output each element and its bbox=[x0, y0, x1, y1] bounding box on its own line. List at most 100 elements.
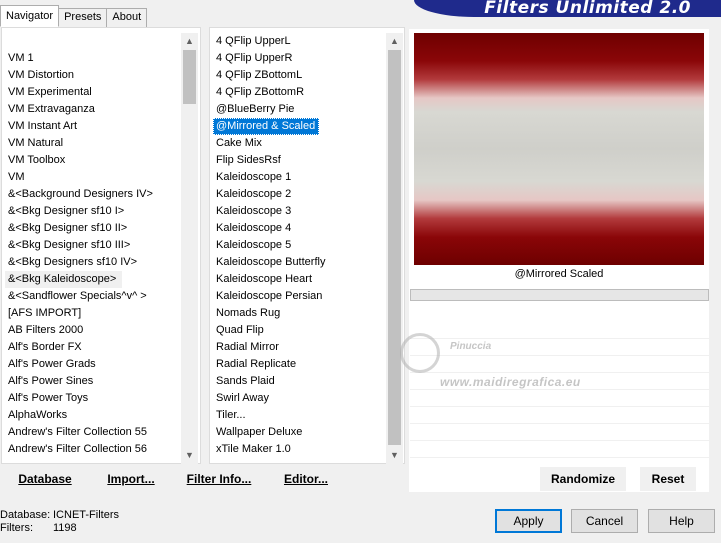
filter-item[interactable]: Cake Mix bbox=[213, 135, 385, 152]
category-scrollbar[interactable]: ▲ ▼ bbox=[181, 33, 198, 464]
category-item-label: VM Natural bbox=[8, 137, 64, 149]
filter-item-label: @BlueBerry Pie bbox=[216, 103, 295, 115]
filter-item[interactable]: Kaleidoscope Persian bbox=[213, 288, 385, 305]
category-item[interactable]: &<Sandflower Specials^v^ > bbox=[5, 288, 181, 305]
category-item-label: &<Sandflower Specials^v^ > bbox=[8, 290, 147, 302]
category-item[interactable]: VM 1 bbox=[5, 50, 181, 67]
tab-about[interactable]: About bbox=[106, 8, 148, 27]
category-item[interactable]: &<Background Designers IV> bbox=[5, 186, 181, 203]
filter-item[interactable]: xTile Maker 1.0 bbox=[213, 441, 385, 458]
filter-item-label: Radial Replicate bbox=[216, 358, 297, 370]
category-item[interactable]: VM Distortion bbox=[5, 67, 181, 84]
watermark-name: Pinuccia bbox=[450, 341, 492, 352]
category-item[interactable]: &<Bkg Designer sf10 III> bbox=[5, 237, 181, 254]
category-item[interactable]: AlphaWorks bbox=[5, 407, 181, 424]
filter-info-button[interactable]: Filter Info... bbox=[180, 467, 258, 491]
category-item[interactable]: Alf's Border FX bbox=[5, 339, 181, 356]
category-item[interactable]: Alf's Power Grads bbox=[5, 356, 181, 373]
filter-item[interactable]: Kaleidoscope 4 bbox=[213, 220, 385, 237]
filter-item[interactable]: Radial Mirror bbox=[213, 339, 385, 356]
filter-item[interactable]: Kaleidoscope 2 bbox=[213, 186, 385, 203]
scroll-up-icon[interactable]: ▲ bbox=[181, 33, 198, 50]
scroll-up-icon[interactable]: ▲ bbox=[386, 33, 403, 50]
import-button[interactable]: Import... bbox=[100, 467, 162, 491]
reset-button[interactable]: Reset bbox=[640, 467, 696, 491]
editor-button-label: Editor... bbox=[283, 472, 328, 486]
filter-item-label: Cake Mix bbox=[216, 137, 262, 149]
category-item[interactable]: VM Extravaganza bbox=[5, 101, 181, 118]
filter-item-label: Nomads Rug bbox=[216, 307, 281, 319]
filter-item[interactable]: Kaleidoscope Butterfly bbox=[213, 254, 385, 271]
category-item-label: VM Distortion bbox=[8, 69, 75, 81]
scroll-thumb[interactable] bbox=[183, 50, 196, 104]
scroll-down-icon[interactable]: ▼ bbox=[386, 447, 403, 464]
filter-item-label: Kaleidoscope Heart bbox=[216, 273, 313, 285]
slider-row[interactable] bbox=[410, 424, 709, 441]
filter-item[interactable]: Kaleidoscope Heart bbox=[213, 271, 385, 288]
filter-item[interactable]: 4 QFlip ZBottomR bbox=[213, 84, 385, 101]
filter-item[interactable]: Wallpaper Deluxe bbox=[213, 424, 385, 441]
category-item[interactable]: VM bbox=[5, 169, 181, 186]
category-item-label: AB Filters 2000 bbox=[8, 324, 84, 336]
category-item[interactable]: &<Bkg Designer sf10 II> bbox=[5, 220, 181, 237]
filter-item[interactable]: 4 QFlip ZBottomL bbox=[213, 67, 385, 84]
filter-item[interactable]: Kaleidoscope 3 bbox=[213, 203, 385, 220]
filter-item[interactable]: Swirl Away bbox=[213, 390, 385, 407]
slider-row[interactable] bbox=[410, 441, 709, 458]
category-item-label: VM bbox=[8, 171, 25, 183]
filter-item[interactable]: @BlueBerry Pie bbox=[213, 101, 385, 118]
category-item[interactable]: AB Filters 2000 bbox=[5, 322, 181, 339]
category-item[interactable]: VM Instant Art bbox=[5, 118, 181, 135]
apply-button[interactable]: Apply bbox=[495, 509, 562, 533]
category-item[interactable]: &<Bkg Kaleidoscope> bbox=[5, 271, 181, 288]
database-button[interactable]: Database bbox=[8, 467, 82, 491]
filter-info-button-label: Filter Info... bbox=[186, 472, 252, 486]
filter-item[interactable]: Quad Flip bbox=[213, 322, 385, 339]
category-item-label: VM Extravaganza bbox=[8, 103, 95, 115]
filter-item[interactable]: Flip SidesRsf bbox=[213, 152, 385, 169]
tab-navigator[interactable]: Navigator bbox=[0, 5, 60, 27]
category-item[interactable]: Andrew's Filter Collection 56 bbox=[5, 441, 181, 458]
category-item[interactable]: [AFS IMPORT] bbox=[5, 305, 181, 322]
editor-button[interactable]: Editor... bbox=[276, 467, 336, 491]
filter-item[interactable]: Kaleidoscope 5 bbox=[213, 237, 385, 254]
filter-item-label: Flip SidesRsf bbox=[216, 154, 281, 166]
filter-scrollbar[interactable]: ▲ ▼ bbox=[386, 33, 403, 464]
filters-count-label: Filters: bbox=[0, 522, 33, 534]
filter-item-label: @Mirrored & Scaled bbox=[213, 118, 320, 135]
scroll-down-icon[interactable]: ▼ bbox=[181, 447, 198, 464]
tab-presets[interactable]: Presets bbox=[58, 8, 108, 27]
category-item-label: &<Bkg Designer sf10 I> bbox=[8, 205, 125, 217]
filter-item[interactable]: 4 QFlip UpperR bbox=[213, 50, 385, 67]
category-item[interactable]: Andrew's Filter Collection 55 bbox=[5, 424, 181, 441]
category-item-label: [AFS IMPORT] bbox=[8, 307, 82, 319]
filter-item[interactable]: Sands Plaid bbox=[213, 373, 385, 390]
category-item[interactable]: &<Bkg Designer sf10 I> bbox=[5, 203, 181, 220]
category-item[interactable]: &<Bkg Designers sf10 IV> bbox=[5, 254, 181, 271]
randomize-button[interactable]: Randomize bbox=[540, 467, 626, 491]
category-item[interactable]: VM Toolbox bbox=[5, 152, 181, 169]
filter-item[interactable]: Nomads Rug bbox=[213, 305, 385, 322]
category-item[interactable]: VM Natural bbox=[5, 135, 181, 152]
filter-item[interactable]: 4 QFlip UpperL bbox=[213, 33, 385, 50]
category-item-label: Alf's Border FX bbox=[8, 341, 82, 353]
category-item-label: &<Bkg Designer sf10 III> bbox=[8, 239, 131, 251]
filter-item[interactable]: Kaleidoscope 1 bbox=[213, 169, 385, 186]
category-item-label: Alf's Power Toys bbox=[8, 392, 89, 404]
filter-item[interactable]: Tiler... bbox=[213, 407, 385, 424]
filter-list[interactable]: 4 QFlip UpperL 4 QFlip UpperR 4 QFlip ZBot… bbox=[213, 33, 385, 464]
category-item[interactable]: VM Experimental bbox=[5, 84, 181, 101]
filter-item-label: Kaleidoscope 2 bbox=[216, 188, 292, 200]
category-list[interactable]: VM 1 VM Distortion VM Experimental VM Extra… bbox=[5, 50, 181, 464]
help-button[interactable]: Help bbox=[648, 509, 715, 533]
category-item-label: Andrew's Filter Collection 56 bbox=[8, 443, 148, 455]
cancel-button[interactable]: Cancel bbox=[571, 509, 638, 533]
filter-item-label: xTile Maker 1.0 bbox=[216, 443, 291, 455]
filter-item[interactable]: @Mirrored & Scaled bbox=[213, 118, 385, 135]
filters-count-value: 1198 bbox=[53, 522, 77, 534]
category-item[interactable]: Alf's Power Sines bbox=[5, 373, 181, 390]
category-item-label: VM 1 bbox=[8, 52, 34, 64]
filter-item[interactable]: Radial Replicate bbox=[213, 356, 385, 373]
category-item[interactable]: Alf's Power Toys bbox=[5, 390, 181, 407]
slider-row[interactable] bbox=[410, 407, 709, 424]
